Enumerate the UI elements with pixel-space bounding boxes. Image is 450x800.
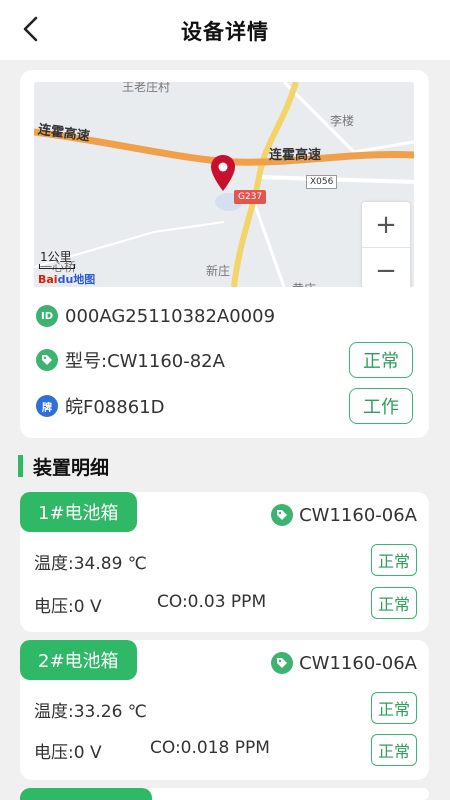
device-info-card: 王老庄村 连霍高速 连霍高速 李楼 X056 G237 新庄 一心桥 黄庄 1公…	[20, 70, 429, 438]
battery-box-name: 2#电池箱	[20, 640, 137, 680]
id-icon: ID	[36, 305, 58, 327]
device-id: 000AG25110382A0009	[65, 305, 276, 327]
location-pin-icon	[211, 155, 235, 191]
device-model: 型号:CW1160-82A	[65, 351, 225, 372]
tag-icon	[271, 652, 294, 674]
device-work-button[interactable]: 工作	[349, 388, 413, 424]
co-value: CO:0.03 PPM	[157, 592, 267, 612]
page-title: 设备详情	[181, 20, 269, 44]
map-scale-label: 1公里	[40, 250, 72, 264]
temperature-status-button[interactable]: 正常	[371, 692, 417, 724]
location-map[interactable]: 王老庄村 连霍高速 连霍高速 李楼 X056 G237 新庄 一心桥 黄庄 1公…	[34, 82, 414, 287]
device-status-button[interactable]: 正常	[349, 342, 413, 378]
zoom-out-button[interactable]: −	[362, 248, 410, 287]
device-plate-row: 牌 皖F08861D	[36, 390, 164, 422]
map-label-x056: X056	[306, 175, 338, 189]
voltage-status-button[interactable]: 正常	[371, 734, 417, 766]
tag-icon	[271, 504, 294, 526]
temperature-value: 温度:34.89 ℃	[34, 554, 147, 574]
map-label-xinzhuang: 新庄	[206, 264, 231, 278]
temperature-status-button[interactable]: 正常	[371, 544, 417, 576]
battery-box-model: CW1160-06A	[271, 504, 417, 526]
co-value: CO:0.018 PPM	[150, 738, 270, 758]
battery-box-name: 1#电池箱	[20, 492, 137, 532]
voltage-status-button[interactable]: 正常	[371, 587, 417, 619]
battery-box-name-partial	[20, 788, 152, 800]
battery-box-card-3[interactable]	[20, 788, 429, 800]
section-accent-bar	[18, 455, 23, 477]
device-plate: 皖F08861D	[65, 397, 165, 418]
zoom-in-button[interactable]: +	[362, 202, 410, 248]
section-title: 装置明细	[18, 452, 109, 480]
device-id-row: ID 000AG25110382A0009	[36, 300, 275, 332]
battery-box-card-2[interactable]: 2#电池箱 CW1160-06A 温度:33.26 ℃ 正常 电压:0 V CO…	[20, 640, 429, 780]
map-label-village: 王老庄村	[122, 82, 171, 94]
baidu-map-logo: Baidu地图	[38, 273, 96, 286]
map-label-lilou: 李楼	[330, 114, 355, 128]
battery-box-model: CW1160-06A	[271, 652, 417, 674]
tag-icon	[36, 349, 58, 371]
voltage-value: 电压:0 V	[34, 743, 102, 763]
device-model-row: 型号:CW1160-82A	[36, 344, 225, 376]
map-zoom-control: + −	[362, 202, 410, 287]
map-label-highway-right: 连霍高速	[269, 148, 322, 163]
plate-icon: 牌	[36, 395, 58, 417]
voltage-value: 电压:0 V	[34, 597, 102, 617]
header-bar: 设备详情	[0, 0, 450, 60]
map-label-g237: G237	[234, 190, 267, 204]
temperature-value: 温度:33.26 ℃	[34, 702, 147, 722]
map-label-bottom: 黄庄	[292, 280, 316, 287]
battery-box-card-1[interactable]: 1#电池箱 CW1160-06A 温度:34.89 ℃ 正常 电压:0 V CO…	[20, 492, 429, 632]
map-scale-bar	[39, 264, 75, 269]
